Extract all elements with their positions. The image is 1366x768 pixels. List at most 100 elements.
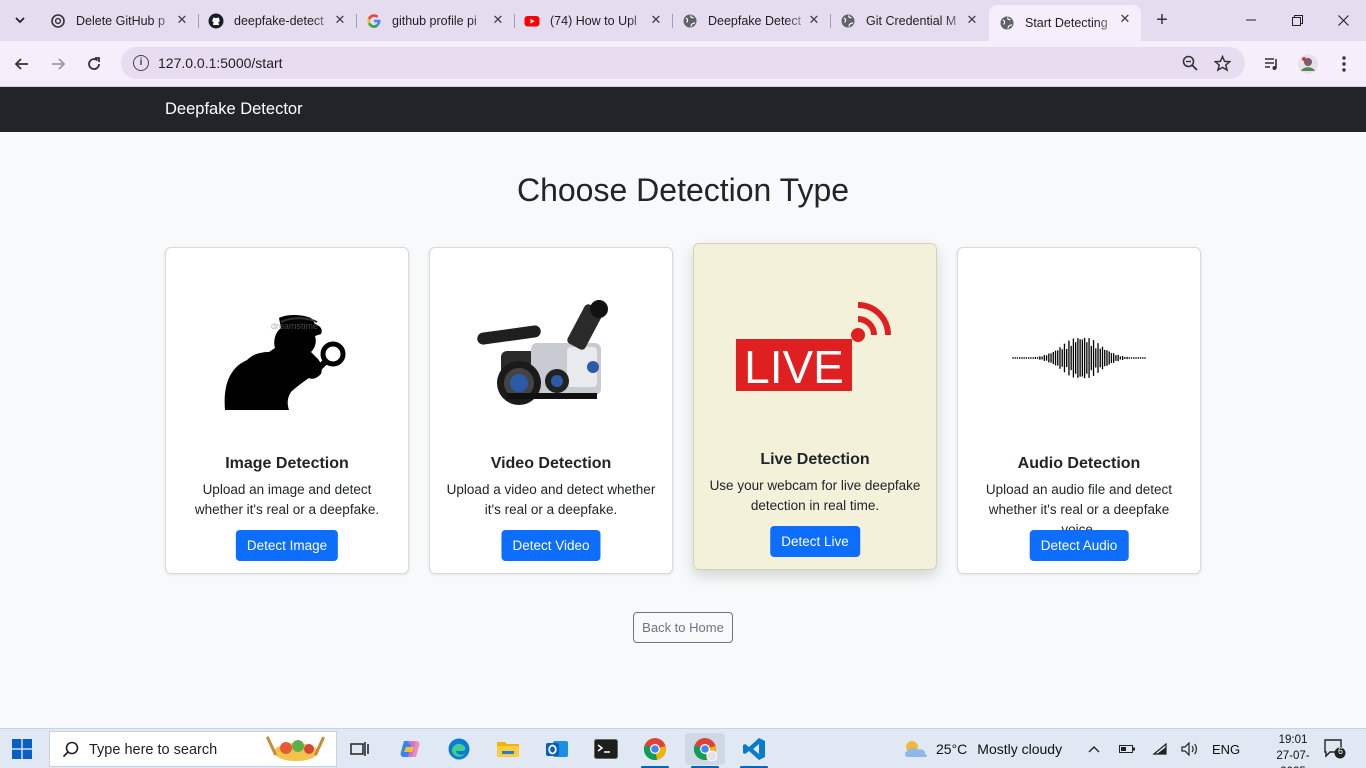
- chrome-profile-button[interactable]: [685, 733, 725, 768]
- card-title: Audio Detection: [1017, 455, 1141, 472]
- tab-start-detecting[interactable]: Start Detecting ✕: [989, 5, 1141, 41]
- chrome-icon: [693, 738, 717, 761]
- new-tab-button[interactable]: +: [1150, 8, 1174, 32]
- terminal-icon: [594, 739, 618, 759]
- minimize-button[interactable]: [1228, 0, 1274, 40]
- taskbar-search-box[interactable]: Type here to search: [49, 731, 337, 767]
- edge-button[interactable]: [439, 733, 479, 765]
- arrow-left-icon: [14, 58, 28, 70]
- sound-wave-image: [958, 268, 1200, 448]
- globe-icon: [999, 15, 1015, 31]
- profile-avatar[interactable]: [1294, 50, 1322, 78]
- vscode-button[interactable]: [734, 733, 774, 768]
- media-controls-button[interactable]: [1258, 50, 1286, 78]
- tab-title: Git Credential M: [866, 13, 957, 28]
- live-label: LIVE: [744, 341, 844, 393]
- tab-deepfake-detect-github[interactable]: deepfake-detect ✕: [198, 6, 357, 35]
- outlook-button[interactable]: [537, 733, 577, 765]
- search-highlight-icon: [265, 736, 326, 761]
- close-icon[interactable]: ✕: [806, 12, 822, 28]
- battery-indicator[interactable]: [1119, 729, 1135, 768]
- tab-git-credential[interactable]: Git Credential M ✕: [830, 6, 988, 35]
- chrome-menu-button[interactable]: [1330, 50, 1358, 78]
- detect-audio-button[interactable]: Detect Audio: [1029, 530, 1129, 561]
- detect-live-button[interactable]: Detect Live: [770, 526, 860, 557]
- back-to-home-button[interactable]: Back to Home: [633, 612, 733, 643]
- outlook-icon: [546, 741, 568, 757]
- video-camera-image: [430, 268, 672, 448]
- tab-youtube[interactable]: (74) How to Upl ✕: [514, 6, 673, 35]
- media-queue-icon: [1265, 58, 1277, 70]
- language-indicator[interactable]: ENG: [1212, 729, 1240, 768]
- tab-deepfake-detect[interactable]: Deepfake Detect ✕: [672, 6, 831, 35]
- notification-count: 6: [1337, 746, 1343, 756]
- live-broadcast-image: LIVE: [694, 264, 936, 444]
- restore-button[interactable]: [1274, 0, 1320, 40]
- cloud-icon: [905, 741, 927, 757]
- youtube-icon: [524, 13, 540, 29]
- volume-indicator[interactable]: [1181, 729, 1199, 768]
- wifi-icon: [1152, 742, 1167, 755]
- tab-github-profile[interactable]: github profile pi ✕: [356, 6, 515, 35]
- globe-icon: [840, 13, 856, 29]
- card-description: Upload an image and detect whether it's …: [194, 482, 380, 517]
- detect-image-button[interactable]: Detect Image: [235, 530, 339, 561]
- card-video-detection: Video Detection Upload a video and detec…: [429, 247, 673, 574]
- tab-title: deepfake-detect: [234, 13, 324, 28]
- site-info-icon[interactable]: i: [133, 55, 149, 71]
- taskbar-clock[interactable]: 19:01 27-07-2025: [1265, 732, 1321, 768]
- task-view-button[interactable]: [340, 733, 380, 765]
- battery-icon: [1119, 745, 1135, 753]
- file-explorer-button[interactable]: [488, 733, 528, 765]
- card-description: Use your webcam for live deepfake detect…: [709, 478, 921, 513]
- chrome-button[interactable]: [635, 733, 675, 768]
- close-window-button[interactable]: [1320, 0, 1366, 40]
- card-title: Live Detection: [760, 451, 870, 468]
- forward-button[interactable]: [44, 50, 72, 78]
- close-icon[interactable]: ✕: [964, 12, 980, 28]
- tab-search-button[interactable]: [8, 8, 32, 32]
- browser-tabstrip: Delete GitHub p ✕ deepfake-detect ✕ gith…: [0, 0, 1366, 41]
- close-icon: [1337, 14, 1349, 26]
- search-placeholder: Type here to search: [89, 742, 218, 758]
- google-icon: [366, 13, 382, 29]
- clock-time: 19:01: [1278, 734, 1308, 746]
- arrow-right-icon: [52, 58, 66, 70]
- windows-taskbar: Type here to search 25°C Mostly cloudy E…: [0, 728, 1366, 768]
- windows-start-icon[interactable]: [12, 739, 32, 759]
- plus-icon: +: [1156, 8, 1168, 31]
- close-icon[interactable]: ✕: [648, 12, 664, 28]
- reload-button[interactable]: [80, 50, 108, 78]
- globe-icon: [682, 13, 698, 29]
- tab-title: (74) How to Upl: [550, 13, 637, 28]
- address-bar[interactable]: i 127.0.0.1:5000/start: [121, 47, 1245, 79]
- card-audio-detection: Audio Detection Upload an audio file and…: [957, 247, 1201, 574]
- close-icon[interactable]: ✕: [1117, 11, 1133, 27]
- detect-video-button[interactable]: Detect Video: [501, 530, 601, 561]
- card-title: Image Detection: [225, 455, 349, 472]
- card-description: Upload a video and detect whether it's r…: [446, 482, 656, 517]
- edge-icon: [448, 738, 470, 760]
- show-hidden-icons[interactable]: [1088, 729, 1100, 768]
- url-text: 127.0.0.1:5000/start: [158, 55, 283, 71]
- close-icon[interactable]: ✕: [174, 12, 190, 28]
- close-icon[interactable]: ✕: [332, 12, 348, 28]
- notification-center[interactable]: 6: [1324, 729, 1346, 768]
- close-icon[interactable]: ✕: [490, 12, 506, 28]
- terminal-button[interactable]: [586, 733, 626, 765]
- navbar-brand[interactable]: Deepfake Detector: [165, 100, 303, 119]
- speaker-icon: [1181, 742, 1197, 756]
- site-navbar: Deepfake Detector: [0, 87, 1366, 132]
- language-text: ENG: [1212, 741, 1241, 757]
- wifi-indicator[interactable]: [1152, 729, 1168, 768]
- page-title: Choose Detection Type: [516, 172, 850, 208]
- bookmark-star-icon[interactable]: [1213, 54, 1231, 72]
- chatgpt-icon: [50, 13, 66, 29]
- tab-title: Start Detecting: [1025, 16, 1108, 30]
- chevron-down-icon: [15, 17, 25, 24]
- tab-delete-github[interactable]: Delete GitHub p ✕: [40, 6, 199, 35]
- back-button[interactable]: [8, 50, 36, 78]
- zoom-icon[interactable]: [1181, 54, 1199, 72]
- weather-widget[interactable]: 25°C Mostly cloudy: [902, 729, 1062, 768]
- copilot-button[interactable]: [390, 733, 430, 765]
